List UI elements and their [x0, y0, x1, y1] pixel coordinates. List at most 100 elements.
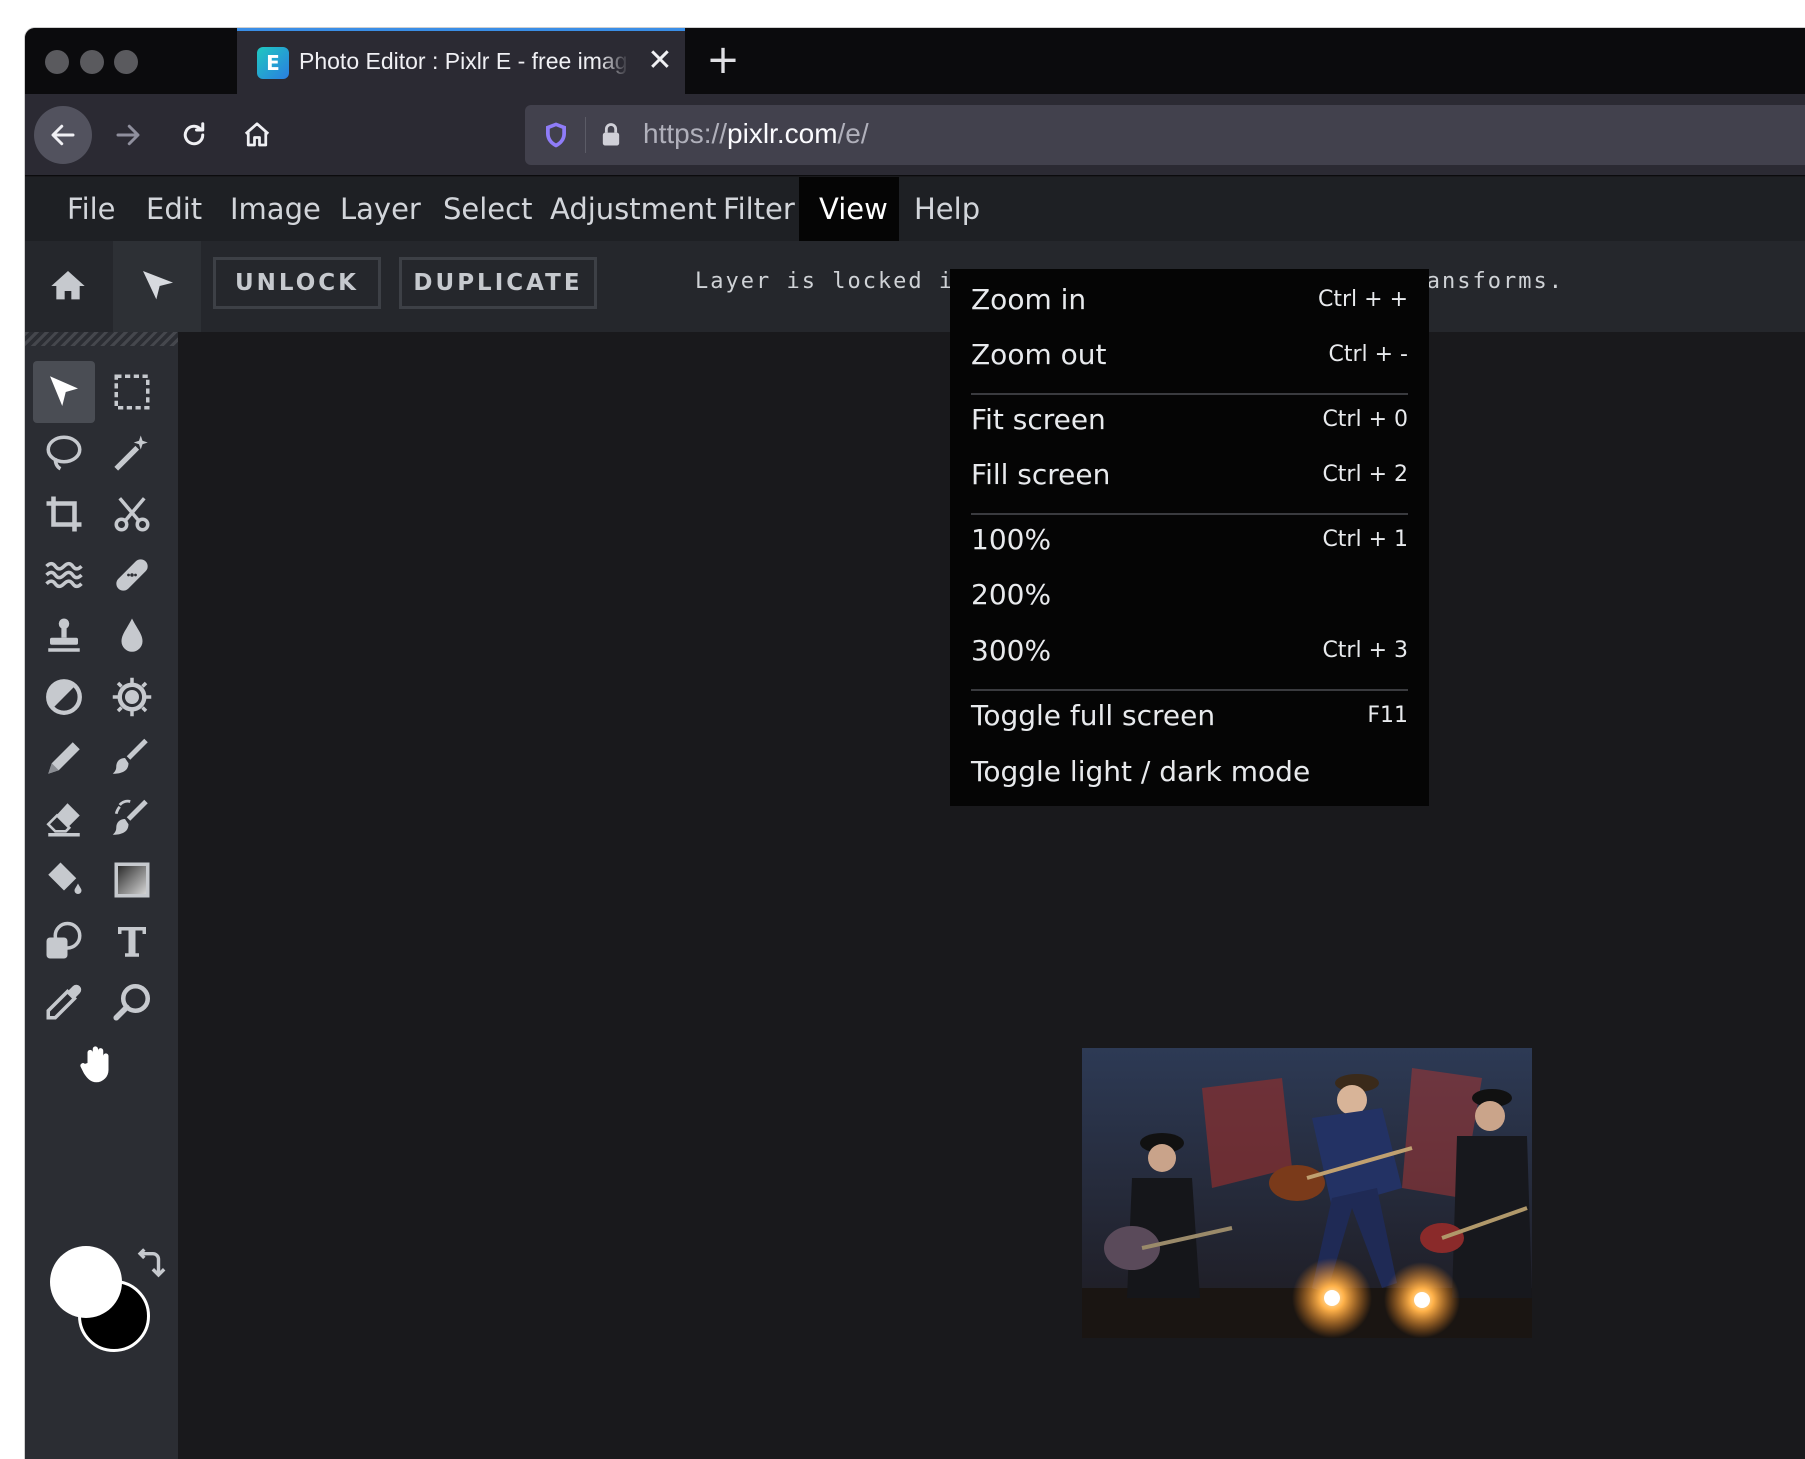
concert-photo	[1082, 1048, 1532, 1338]
url-scheme: https://	[643, 118, 728, 149]
menu-item-shortcut: F11	[1367, 703, 1408, 728]
marquee-select-icon	[114, 374, 150, 410]
cutout-tool[interactable]	[101, 483, 163, 545]
menu-item-shortcut: Ctrl + 3	[1322, 638, 1408, 663]
reload-button[interactable]	[165, 106, 223, 164]
text-tool[interactable]	[101, 910, 163, 972]
menu-help[interactable]: Help	[894, 177, 1000, 241]
menu-item-shortcut: Ctrl + -	[1328, 342, 1408, 367]
clone-stamp-tool[interactable]	[33, 605, 95, 667]
sun-gear-icon	[112, 677, 152, 717]
eraser-tool[interactable]	[33, 788, 95, 850]
text-icon	[118, 927, 146, 957]
dodge-burn-icon	[46, 679, 82, 715]
marquee-tool[interactable]	[101, 361, 163, 423]
hand-tool[interactable]	[67, 1032, 129, 1094]
pencil-icon	[48, 742, 80, 774]
crop-icon	[46, 496, 82, 532]
fill-tool[interactable]	[33, 849, 95, 911]
droplet-icon	[121, 618, 143, 652]
color-picker-tool[interactable]	[33, 971, 95, 1033]
forward-button[interactable]	[99, 106, 157, 164]
back-button[interactable]	[34, 106, 92, 164]
maximize-window-button[interactable]	[114, 50, 138, 74]
menu-item-fill-screen[interactable]: Fill screen Ctrl + 2	[971, 450, 1408, 506]
brush-tool[interactable]	[101, 727, 163, 789]
dodge-burn-tool[interactable]	[33, 666, 95, 728]
menu-file[interactable]: File	[47, 177, 136, 241]
navigation-bar: https://pixlr.com/e/	[25, 94, 1805, 176]
arrow-left-icon	[51, 124, 75, 146]
url-text: https://pixlr.com/e/	[643, 118, 869, 150]
view-dropdown-menu: Zoom in Ctrl + + Zoom out Ctrl + - Fit s…	[950, 269, 1429, 806]
tab-strip: E Photo Editor : Pixlr E - free image ed…	[25, 28, 1805, 94]
document-image[interactable]	[1082, 1048, 1532, 1338]
foreground-color-swatch[interactable]	[50, 1246, 122, 1318]
menu-item-shortcut: Ctrl + 0	[1322, 407, 1408, 432]
sponge-tool[interactable]	[101, 666, 163, 728]
menu-item-toggle-theme[interactable]: Toggle light / dark mode	[971, 747, 1408, 803]
arrange-tool[interactable]	[33, 361, 95, 423]
address-bar[interactable]: https://pixlr.com/e/	[525, 105, 1805, 165]
url-host: pixlr.com	[727, 118, 838, 149]
home-icon	[244, 122, 270, 147]
tool-options-bar: UNLOCK DUPLICATE Layer is locked in posi…	[25, 241, 1805, 332]
close-window-button[interactable]	[45, 50, 69, 74]
crop-tool[interactable]	[33, 483, 95, 545]
toolbox-grip[interactable]	[25, 332, 178, 346]
menu-edit[interactable]: Edit	[126, 177, 222, 241]
home-button[interactable]	[25, 241, 113, 332]
shield-icon[interactable]	[541, 119, 571, 151]
menu-item-label: Zoom out	[971, 338, 1107, 371]
magic-wand-icon	[114, 435, 148, 471]
menu-item-zoom-out[interactable]: Zoom out Ctrl + -	[971, 330, 1408, 386]
menu-item-shortcut: Ctrl + 2	[1322, 462, 1408, 487]
menu-item-zoom-100[interactable]: 100% Ctrl + 1	[971, 515, 1408, 571]
browser-tab[interactable]: E Photo Editor : Pixlr E - free image ed…	[237, 28, 685, 94]
arrange-tool-indicator	[113, 241, 201, 332]
new-tab-button[interactable]: +	[703, 40, 743, 80]
duplicate-button[interactable]: DUPLICATE	[399, 257, 597, 309]
browser-window: E Photo Editor : Pixlr E - free image ed…	[25, 28, 1805, 1459]
stamp-icon	[48, 618, 80, 652]
menu-item-zoom-in[interactable]: Zoom in Ctrl + +	[971, 275, 1408, 331]
brush-icon	[112, 738, 148, 774]
cursor-arrow-icon	[143, 271, 173, 300]
lasso-tool[interactable]	[33, 422, 95, 484]
liquify-tool[interactable]	[33, 544, 95, 606]
cursor-arrow-icon	[50, 376, 78, 406]
menu-item-label: 100%	[971, 523, 1052, 556]
replace-color-tool[interactable]	[101, 788, 163, 850]
menu-item-shortcut: Ctrl + +	[1318, 287, 1408, 312]
unlock-button[interactable]: UNLOCK	[213, 257, 381, 309]
arrow-right-icon	[116, 124, 140, 146]
app-menu-bar: File Edit Image Layer Select Adjustment …	[25, 177, 1805, 241]
lock-icon[interactable]	[597, 119, 625, 151]
color-brush-icon	[112, 799, 148, 835]
menu-view[interactable]: View	[799, 177, 899, 241]
menu-item-label: Toggle light / dark mode	[971, 755, 1311, 788]
heal-tool[interactable]	[101, 544, 163, 606]
pencil-tool[interactable]	[33, 727, 95, 789]
url-separator	[585, 117, 586, 153]
menu-item-label: Fill screen	[971, 458, 1111, 491]
gradient-tool[interactable]	[101, 849, 163, 911]
swap-colors-icon[interactable]	[133, 1248, 167, 1282]
menu-item-label: Fit screen	[971, 403, 1106, 436]
paint-bucket-icon	[48, 862, 82, 894]
blur-tool[interactable]	[101, 605, 163, 667]
menu-item-toggle-full-screen[interactable]: Toggle full screen F11	[971, 691, 1408, 747]
close-tab-icon[interactable]: ✕	[644, 45, 676, 77]
minimize-window-button[interactable]	[80, 50, 104, 74]
menu-item-label: Toggle full screen	[971, 699, 1216, 732]
menu-item-fit-screen[interactable]: Fit screen Ctrl + 0	[971, 395, 1408, 451]
home-button[interactable]	[228, 106, 286, 164]
magic-wand-tool[interactable]	[101, 422, 163, 484]
shapes-icon	[46, 921, 82, 959]
shape-tool[interactable]	[33, 910, 95, 972]
menu-item-shortcut: Ctrl + 1	[1322, 527, 1408, 552]
menu-item-zoom-300[interactable]: 300% Ctrl + 3	[971, 626, 1408, 682]
menu-item-zoom-200[interactable]: 200%	[971, 570, 1408, 626]
magnifier-icon	[113, 983, 151, 1021]
zoom-tool[interactable]	[101, 971, 163, 1033]
